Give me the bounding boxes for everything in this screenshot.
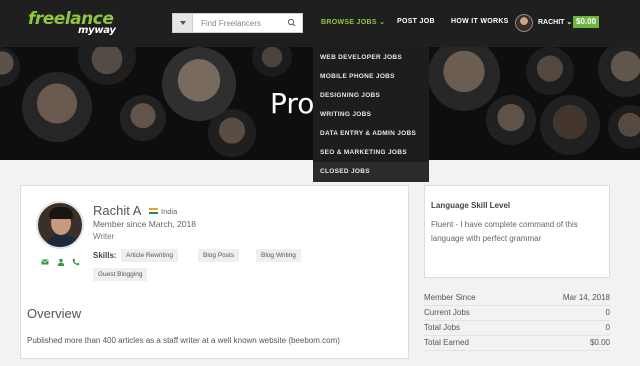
- hero-face-image: [120, 95, 166, 141]
- avatar-body: [42, 234, 82, 247]
- profile-avatar: [36, 201, 84, 249]
- stat-value: $0.00: [589, 338, 610, 347]
- dropdown-item-seo-marketing[interactable]: SEO & MARKETING JOBS: [320, 149, 407, 156]
- search-icon: [287, 18, 296, 27]
- dropdown-item-writing[interactable]: WRITING JOBS: [320, 111, 371, 118]
- hero-face-image: [598, 47, 640, 97]
- dropdown-item-mobile-phone[interactable]: MOBILE PHONE JOBS: [320, 73, 395, 80]
- stat-row-total-jobs: Total Jobs 0: [424, 321, 610, 336]
- stat-value: 0: [605, 308, 610, 317]
- stat-label: Total Jobs: [424, 323, 461, 332]
- stat-row-total-earned: Total Earned $0.00: [424, 336, 610, 351]
- language-card: Language Skill Level Fluent - I have com…: [424, 185, 610, 278]
- hero-face-image: [486, 95, 536, 145]
- nav-browse-jobs-label: BROWSE JOBS: [321, 19, 377, 26]
- profile-country: India: [161, 207, 178, 216]
- logo-line2: myway: [78, 25, 116, 36]
- skill-tag[interactable]: Blog Writing: [256, 249, 301, 262]
- skill-tag[interactable]: Guest Blogging: [93, 268, 148, 281]
- dropdown-item-closed-jobs[interactable]: CLOSED JOBS: [313, 162, 429, 182]
- dropdown-item-web-developer[interactable]: WEB DEVELOPER JOBS: [320, 54, 402, 61]
- dropdown-item-designing[interactable]: DESIGNING JOBS: [320, 92, 380, 99]
- stat-label: Member Since: [424, 293, 476, 302]
- overview-title: Overview: [27, 306, 82, 321]
- profile-member-since: Member since March, 2018: [93, 219, 196, 229]
- user-icon[interactable]: [57, 258, 65, 266]
- hero-face-image: [22, 72, 92, 142]
- stat-row-current-jobs: Current Jobs 0: [424, 306, 610, 321]
- chevron-down-icon: ⌄: [379, 19, 386, 26]
- user-avatar[interactable]: [515, 14, 533, 32]
- skill-tag[interactable]: Article Rewriting: [121, 249, 178, 262]
- skills-label: Skills:: [93, 251, 117, 260]
- email-icon[interactable]: [41, 258, 49, 266]
- hero-face-image: [540, 95, 600, 155]
- profile-card: Rachit A India Member since March, 2018 …: [20, 185, 409, 359]
- language-title: Language Skill Level: [431, 201, 511, 210]
- search-button[interactable]: [282, 14, 302, 32]
- search-bar: [172, 13, 303, 33]
- stat-label: Total Earned: [424, 338, 469, 347]
- hero-face-image: [252, 47, 292, 77]
- contact-icons: [41, 258, 81, 268]
- profile-role: Writer: [93, 232, 115, 241]
- logo[interactable]: freelance myway: [28, 9, 120, 39]
- nav-post-job[interactable]: POST JOB: [397, 18, 435, 25]
- nav-how-it-works[interactable]: HOW IT WORKS: [451, 18, 509, 25]
- stat-value: Mar 14, 2018: [562, 293, 610, 302]
- page-title: Pro: [270, 87, 315, 120]
- hero-face-image: [428, 47, 500, 111]
- stat-row-member-since: Member Since Mar 14, 2018: [424, 291, 610, 306]
- search-input[interactable]: [195, 14, 283, 32]
- phone-icon[interactable]: [72, 258, 80, 266]
- hero-face-image: [526, 47, 574, 95]
- browse-jobs-dropdown: WEB DEVELOPER JOBS MOBILE PHONE JOBS DES…: [313, 47, 429, 182]
- page: freelance myway BROWSE JOBS ⌄ POST JOB H…: [0, 0, 640, 366]
- skill-tag[interactable]: Blog Posts: [198, 249, 240, 262]
- user-menu-name: RACHIT: [538, 19, 565, 26]
- user-menu[interactable]: RACHIT ⌄: [538, 18, 572, 26]
- top-nav: freelance myway BROWSE JOBS ⌄ POST JOB H…: [0, 0, 640, 47]
- search-category-dropdown[interactable]: [173, 14, 193, 32]
- hero-face-image: [0, 47, 20, 87]
- nav-browse-jobs[interactable]: BROWSE JOBS ⌄: [321, 18, 385, 26]
- avatar-hair: [49, 207, 73, 219]
- dropdown-item-data-entry[interactable]: DATA ENTRY & ADMIN JOBS: [320, 130, 416, 137]
- balance-badge[interactable]: $0.00: [573, 16, 600, 28]
- hero-face-image: [78, 47, 136, 85]
- profile-name: Rachit A: [93, 203, 142, 218]
- overview-text: Published more than 400 articles as a st…: [27, 336, 340, 345]
- language-text: Fluent - I have complete command of this…: [431, 220, 578, 243]
- hero-face-image: [208, 109, 256, 157]
- stat-label: Current Jobs: [424, 308, 470, 317]
- hero-face-image: [608, 105, 640, 149]
- chevron-down-icon: ⌄: [566, 19, 573, 26]
- profile-stats: Member Since Mar 14, 2018 Current Jobs 0…: [424, 291, 610, 351]
- india-flag-icon: [149, 208, 158, 214]
- stat-value: 0: [605, 323, 610, 332]
